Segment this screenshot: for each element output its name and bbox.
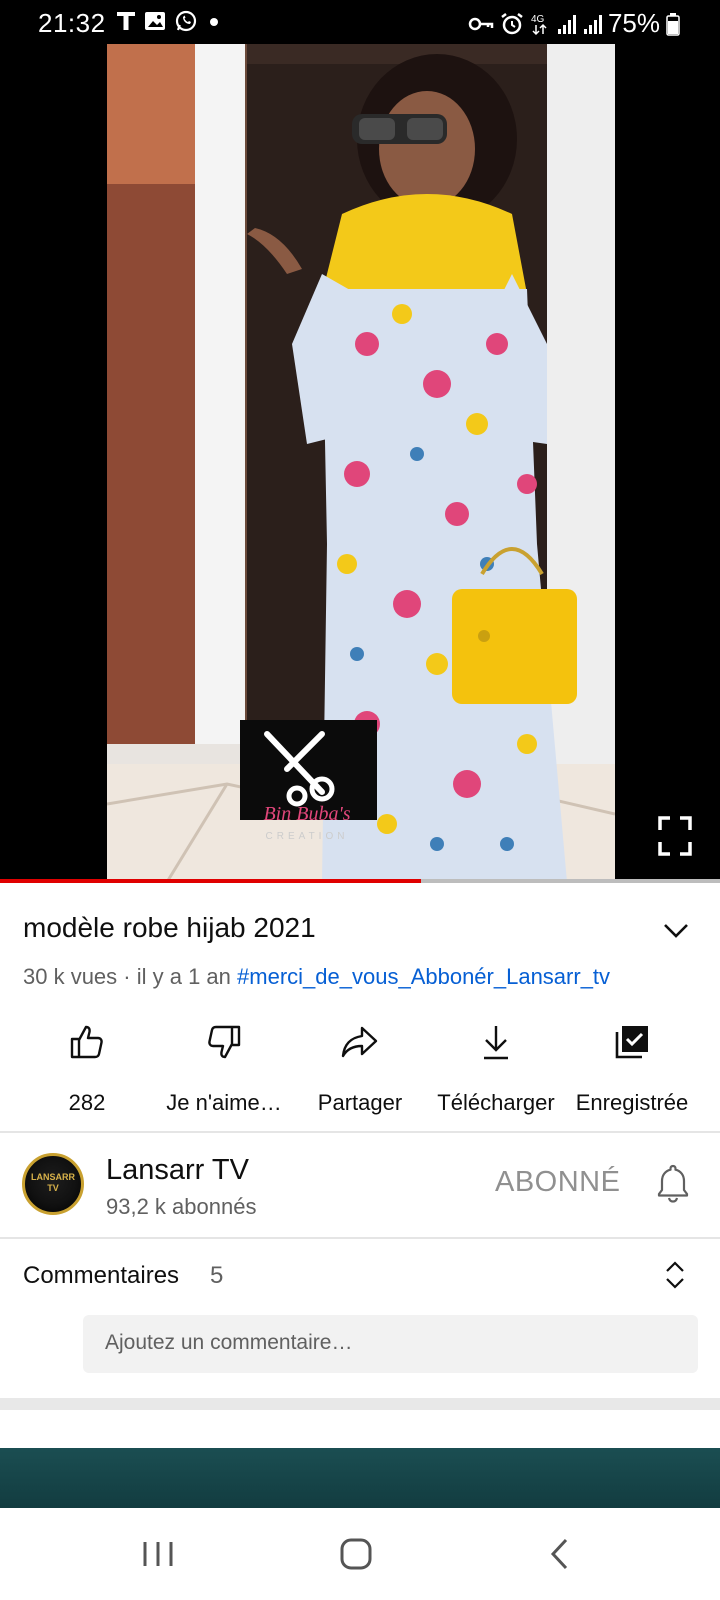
subscriber-count: 93,2 k abonnés [106,1194,257,1219]
channel-avatar[interactable]: LANSARR TV [22,1153,84,1215]
expand-comments-icon[interactable] [664,1260,686,1290]
status-bar: 21:32 4G 75% [0,0,720,44]
divider [0,1237,720,1239]
status-time: 21:32 [38,8,106,38]
hashtag-link[interactable]: #merci_de_vous_Abbonér_Lansarr_tv [237,964,610,989]
navigation-bar [0,1508,720,1600]
bell-icon[interactable] [655,1163,691,1203]
dislike-label: Je n'aime… [166,1090,282,1115]
video-progress-played [0,879,422,883]
save-label: Enregistrée [575,1090,689,1115]
section-separator [0,1398,720,1410]
view-count: 30 k vues [23,964,118,989]
key-icon [468,17,494,30]
battery-icon [666,12,680,36]
download-label: Télécharger [437,1090,555,1115]
comments-title[interactable]: Commentaires [23,1262,179,1290]
upload-age: il y a 1 an [136,964,231,989]
fullscreen-icon[interactable] [658,816,692,856]
back-icon[interactable] [548,1536,572,1572]
video-frame-illustration: Bin Buba's CREATION [107,44,615,882]
svg-text:4G: 4G [531,14,545,25]
video-progress-bar[interactable] [0,879,720,883]
meta-separator: · [117,964,137,989]
home-icon[interactable] [339,1536,373,1572]
battery-percent: 75% [607,8,660,38]
comment-placeholder: Ajoutez un commentaire… [105,1331,353,1354]
dot-icon [210,18,218,26]
t-icon [117,12,135,30]
video-title[interactable]: modèle robe hijab 2021 [23,912,316,944]
video-player[interactable]: Bin Buba's CREATION [0,44,720,882]
save-button[interactable]: Enregistrée [562,1022,702,1116]
avatar-text-line2: TV [47,1183,59,1193]
video-meta: 30 k vues · il y a 1 an #merci_de_vous_A… [23,964,610,990]
signal-icon [557,14,576,34]
share-label: Partager [317,1090,403,1115]
saved-playlist-icon [615,1026,648,1059]
signal-icon [583,14,602,34]
thumbs-down-icon [208,1025,241,1059]
watermark-brand: Bin Buba's [263,803,350,825]
like-count: 282 [68,1090,106,1115]
comment-input[interactable]: Ajoutez un commentaire… [83,1315,698,1373]
action-bar: 282 Je n'aime… Partager Télécharger Enre… [0,1022,720,1122]
download-button[interactable]: Télécharger [426,1022,566,1116]
4g-icon: 4G [531,14,547,35]
dislike-button[interactable]: Je n'aime… [154,1022,294,1116]
next-video-preview[interactable] [0,1448,720,1508]
recent-apps-icon[interactable] [141,1536,175,1572]
alarm-icon [501,12,523,34]
share-icon [341,1026,378,1058]
avatar-text-line1: LANSARR [31,1172,75,1182]
download-icon [484,1026,508,1060]
thumbs-up-icon [70,1025,103,1059]
share-button[interactable]: Partager [290,1022,430,1116]
channel-name[interactable]: Lansarr TV [106,1154,249,1187]
divider [0,1131,720,1133]
chevron-down-icon[interactable] [662,920,690,940]
whatsapp-icon [175,10,197,32]
subscribed-button[interactable]: ABONNÉ [495,1166,620,1199]
watermark-sub: CREATION [266,831,349,842]
gallery-icon [145,12,165,30]
like-button[interactable]: 282 [17,1022,157,1116]
comments-count: 5 [210,1262,224,1289]
video-thumbnail: Bin Buba's CREATION [107,44,615,882]
